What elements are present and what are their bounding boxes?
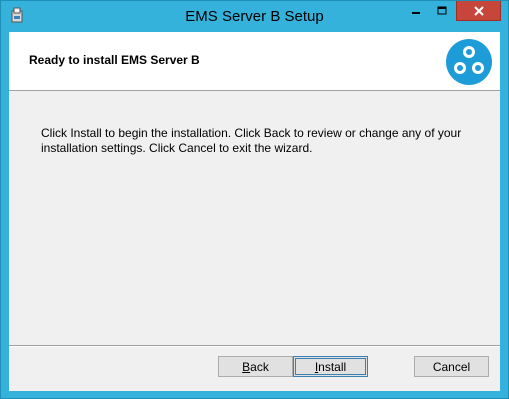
maximize-button[interactable]	[429, 1, 455, 21]
install-label: nstall	[318, 359, 347, 374]
maximize-icon	[437, 6, 447, 15]
minimize-icon	[412, 12, 420, 14]
page-title: Ready to install EMS Server B	[29, 53, 200, 67]
back-mnemonic: B	[242, 359, 251, 374]
title-bar[interactable]: EMS Server B Setup	[1, 1, 508, 32]
setup-window: EMS Server B Setup Ready to install EMS …	[0, 0, 509, 399]
back-label: ack	[250, 359, 269, 374]
minimize-button[interactable]	[403, 1, 429, 21]
wizard-content: Ready to install EMS Server B Click Inst…	[9, 32, 500, 391]
cancel-button[interactable]: Cancel	[414, 356, 489, 377]
banner: Ready to install EMS Server B	[9, 32, 500, 91]
close-icon	[473, 5, 484, 16]
install-button[interactable]: Install	[293, 356, 368, 377]
product-logo-icon	[446, 39, 492, 85]
back-button[interactable]: Back	[218, 356, 293, 377]
instructions-text: Click Install to begin the installation.…	[41, 126, 462, 155]
button-separator	[9, 345, 500, 347]
close-button[interactable]	[456, 1, 501, 21]
